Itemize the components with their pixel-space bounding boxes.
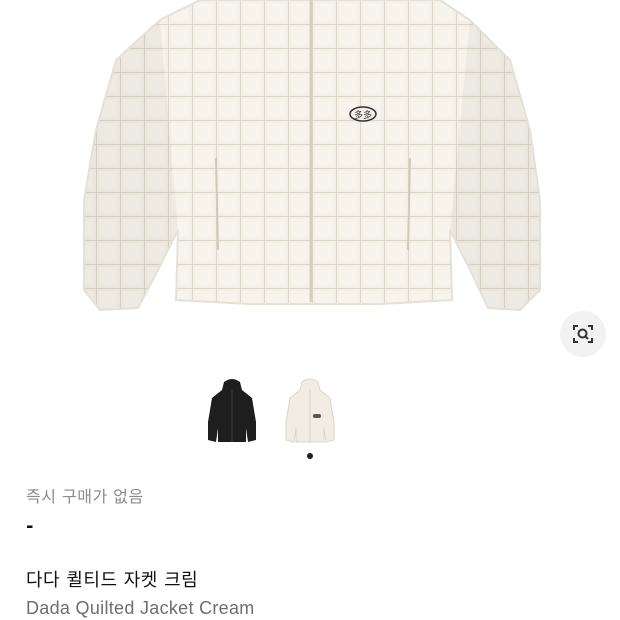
instant-purchase-label: 즉시 구매가 없음	[26, 487, 144, 506]
thumbnail-black[interactable]	[202, 378, 262, 448]
visual-search-icon	[573, 325, 593, 343]
product-name-english: Dada Quilted Jacket Cream	[26, 598, 255, 618]
cream-jacket-thumbnail-icon	[285, 378, 335, 443]
product-name-korean: 다다 퀼티드 자켓 크림	[26, 570, 199, 591]
quilted-jacket-image: 多多	[83, 0, 541, 312]
color-thumbnails	[0, 378, 620, 448]
svg-text:多多: 多多	[354, 109, 372, 121]
carousel-indicator-dot	[307, 453, 313, 459]
visual-search-button[interactable]	[560, 311, 606, 357]
product-image[interactable]: 多多	[0, 0, 620, 370]
thumbnail-cream[interactable]	[280, 378, 340, 448]
black-jacket-thumbnail-icon	[208, 379, 256, 442]
price: -	[26, 516, 34, 537]
